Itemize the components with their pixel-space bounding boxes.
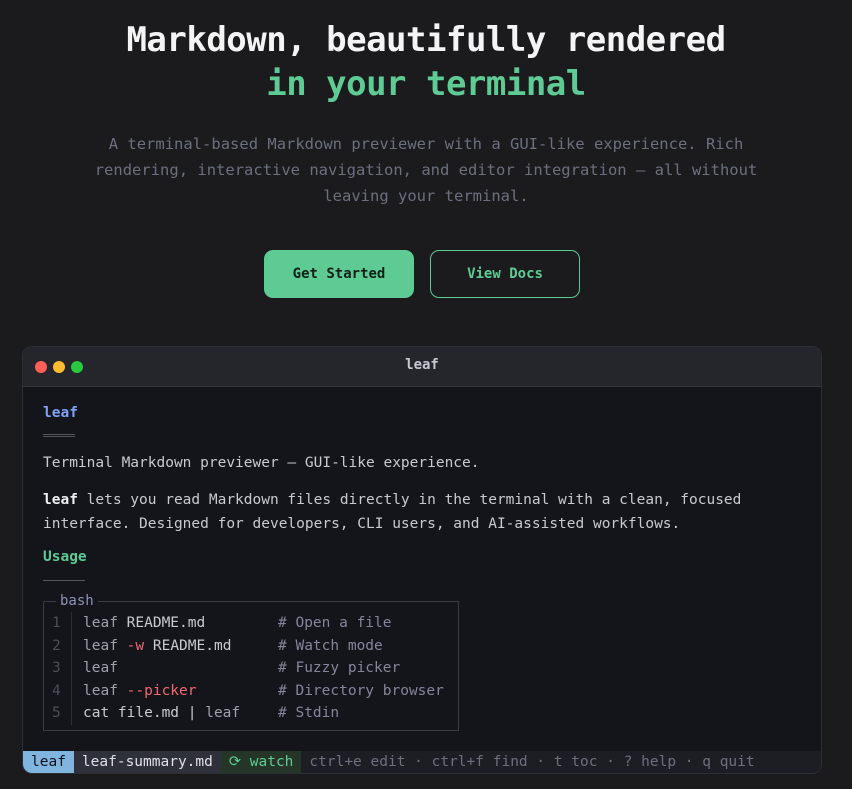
hero-title: Markdown, beautifully rendered in your t…: [0, 18, 852, 106]
view-docs-button[interactable]: View Docs: [430, 250, 580, 298]
line-number: 4: [52, 682, 61, 699]
terminal-title: leaf: [405, 357, 439, 373]
line-separator: [71, 679, 72, 702]
usage-heading: Usage: [43, 549, 87, 565]
heading-underline: [43, 434, 75, 437]
code-lines: 1 leaf README.md # Open a file 2 leaf -w REA…: [44, 612, 458, 725]
get-started-button[interactable]: Get Started: [264, 250, 414, 298]
code-token: leaf: [205, 705, 241, 721]
code-arg: README.md: [117, 615, 206, 631]
status-watch: ⟳ watch: [220, 751, 302, 773]
terminal-window: leaf leaf Terminal Markdown previewer — …: [22, 346, 822, 774]
doc-intro: leaf lets you read Markdown files direct…: [43, 488, 783, 536]
code-command: leaf: [83, 657, 118, 680]
hero-title-line2: in your terminal: [266, 64, 586, 104]
line-number: 3: [52, 660, 61, 676]
code-arg: README.md: [144, 637, 232, 654]
code-line: 5 cat file.md | leaf # Stdin: [44, 702, 458, 725]
code-block: bash 1 leaf README.md # Open a file 2 leaf -…: [43, 593, 459, 731]
code-command: cat file.md | leaf: [83, 702, 240, 725]
code-comment: # Watch mode: [278, 637, 383, 654]
line-number: 5: [52, 705, 61, 721]
line-separator: [71, 702, 72, 725]
code-comment: # Stdin: [278, 705, 340, 721]
line-separator: [71, 612, 72, 635]
code-command: leaf README.md: [83, 612, 205, 635]
code-line: 1 leaf README.md # Open a file: [44, 612, 458, 635]
line-separator: [71, 657, 72, 680]
code-token: leaf: [83, 637, 118, 654]
line-number: 1: [52, 615, 61, 631]
status-keybindings: ctrl+e edit · ctrl+f find · t toc · ? he…: [309, 754, 755, 770]
code-token: leaf: [83, 615, 118, 631]
code-command: leaf --picker: [83, 680, 197, 703]
hero-subtitle: A terminal-based Markdown previewer with…: [94, 135, 758, 205]
usage-underline: [43, 580, 85, 581]
code-flag: -w: [117, 637, 145, 654]
doc-heading: leaf: [43, 405, 78, 421]
line-number: 2: [52, 637, 61, 654]
code-flag: --picker: [117, 682, 197, 699]
status-file: leaf-summary.md: [73, 751, 221, 773]
line-separator: [71, 634, 72, 657]
status-mode: leaf: [23, 751, 74, 773]
code-comment: # Directory browser: [278, 682, 444, 699]
code-comment: # Fuzzy picker: [278, 660, 401, 676]
hero-title-line1: Markdown, beautifully rendered: [126, 20, 726, 60]
code-comment: # Open a file: [278, 615, 392, 631]
doc-tagline: Terminal Markdown previewer — GUI-like e…: [43, 455, 480, 471]
code-token: cat file.md |: [83, 705, 206, 721]
code-language-label: bash: [56, 593, 98, 609]
intro-text: lets you read Markdown files directly in…: [43, 492, 742, 532]
code-token: leaf: [83, 682, 118, 699]
code-line: 4 leaf --picker # Directory browser: [44, 679, 458, 703]
status-bar: leaf leaf-summary.md ⟳ watch ctrl+e edit…: [23, 751, 821, 773]
code-line: 2 leaf -w README.md # Watch mode: [44, 634, 458, 658]
code-token: leaf: [83, 660, 118, 676]
code-command: leaf -w README.md: [83, 635, 231, 658]
terminal-titlebar: leaf: [23, 347, 821, 387]
code-line: 3 leaf # Fuzzy picker: [44, 657, 458, 680]
intro-bold: leaf: [43, 492, 78, 508]
